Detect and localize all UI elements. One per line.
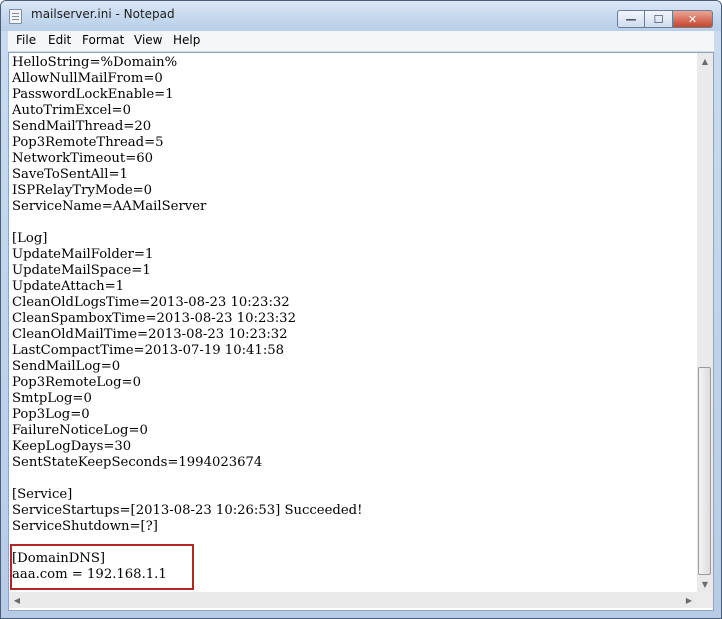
scrollbar-corner	[697, 592, 713, 608]
text-line: AutoTrimExcel=0	[12, 103, 131, 118]
menu-view[interactable]: View	[134, 33, 162, 47]
minimize-button[interactable]: —	[617, 10, 645, 28]
text-line: KeepLogDays=30	[12, 439, 132, 454]
menu-format[interactable]: Format	[82, 33, 124, 47]
menu-file[interactable]: File	[16, 33, 36, 47]
text-editor[interactable]: HelloString=%Domain% AllowNullMailFrom=0 P…	[8, 52, 714, 611]
text-line: Pop3RemoteThread=5	[12, 135, 164, 150]
text-line: CleanOldMailTime=2013-08-23 10:23:32	[12, 327, 288, 342]
vertical-scrollbar[interactable]: ▲ ▼	[697, 53, 713, 592]
text-line: CleanOldLogsTime=2013-08-23 10:23:32	[12, 295, 290, 310]
text-line: ServiceShutdown=[?]	[12, 519, 158, 534]
vertical-scroll-thumb[interactable]	[698, 367, 711, 575]
text-line: AllowNullMailFrom=0	[12, 71, 163, 86]
maximize-button[interactable]: ☐	[645, 10, 673, 28]
menu-help[interactable]: Help	[173, 33, 200, 47]
close-button[interactable]: ✕	[673, 10, 713, 28]
scroll-left-arrow-icon[interactable]: ◀	[9, 592, 25, 608]
text-line: ISPRelayTryMode=0	[12, 183, 153, 198]
text-line: HelloString=%Domain%	[12, 55, 178, 70]
window-title: mailserver.ini - Notepad	[31, 7, 175, 21]
scroll-right-arrow-icon[interactable]: ▶	[681, 592, 697, 608]
text-line: UpdateMailFolder=1	[12, 247, 154, 262]
notepad-window: mailserver.ini - Notepad — ☐ ✕ File Edit…	[0, 0, 722, 619]
text-content[interactable]: HelloString=%Domain% AllowNullMailFrom=0 P…	[9, 53, 697, 592]
title-bar[interactable]: mailserver.ini - Notepad — ☐ ✕	[1, 1, 721, 31]
text-line: Pop3Log=0	[12, 407, 90, 422]
text-line: FailureNoticeLog=0	[12, 423, 148, 438]
text-line: [Log]	[12, 231, 48, 246]
scroll-down-arrow-icon[interactable]: ▼	[697, 576, 713, 592]
text-line: UpdateMailSpace=1	[12, 263, 151, 278]
text-line: ServiceStartups=[2013-08-23 10:26:53] Su…	[12, 503, 363, 518]
notepad-icon	[9, 9, 22, 24]
text-line: UpdateAttach=1	[12, 279, 125, 294]
text-line: CleanSpamboxTime=2013-08-23 10:23:32	[12, 311, 296, 326]
text-line: SendMailLog=0	[12, 359, 121, 374]
text-line: SaveToSentAll=1	[12, 167, 128, 182]
text-line: ServiceName=AAMailServer	[12, 199, 207, 214]
scroll-up-arrow-icon[interactable]: ▲	[697, 53, 713, 69]
text-line: NetworkTimeout=60	[12, 151, 154, 166]
text-line: Pop3RemoteLog=0	[12, 375, 141, 390]
highlight-annotation-box	[10, 544, 194, 590]
menu-bar: File Edit Format View Help	[8, 31, 714, 52]
horizontal-scrollbar[interactable]: ◀ ▶	[9, 592, 697, 608]
text-line: SendMailThread=20	[12, 119, 152, 134]
text-line: LastCompactTime=2013-07-19 10:41:58	[12, 343, 285, 358]
text-line: [Service]	[12, 487, 73, 502]
text-line: SentStateKeepSeconds=1994023674	[12, 455, 263, 470]
menu-edit[interactable]: Edit	[48, 33, 71, 47]
text-line: SmtpLog=0	[12, 391, 92, 406]
text-line: PasswordLockEnable=1	[12, 87, 174, 102]
